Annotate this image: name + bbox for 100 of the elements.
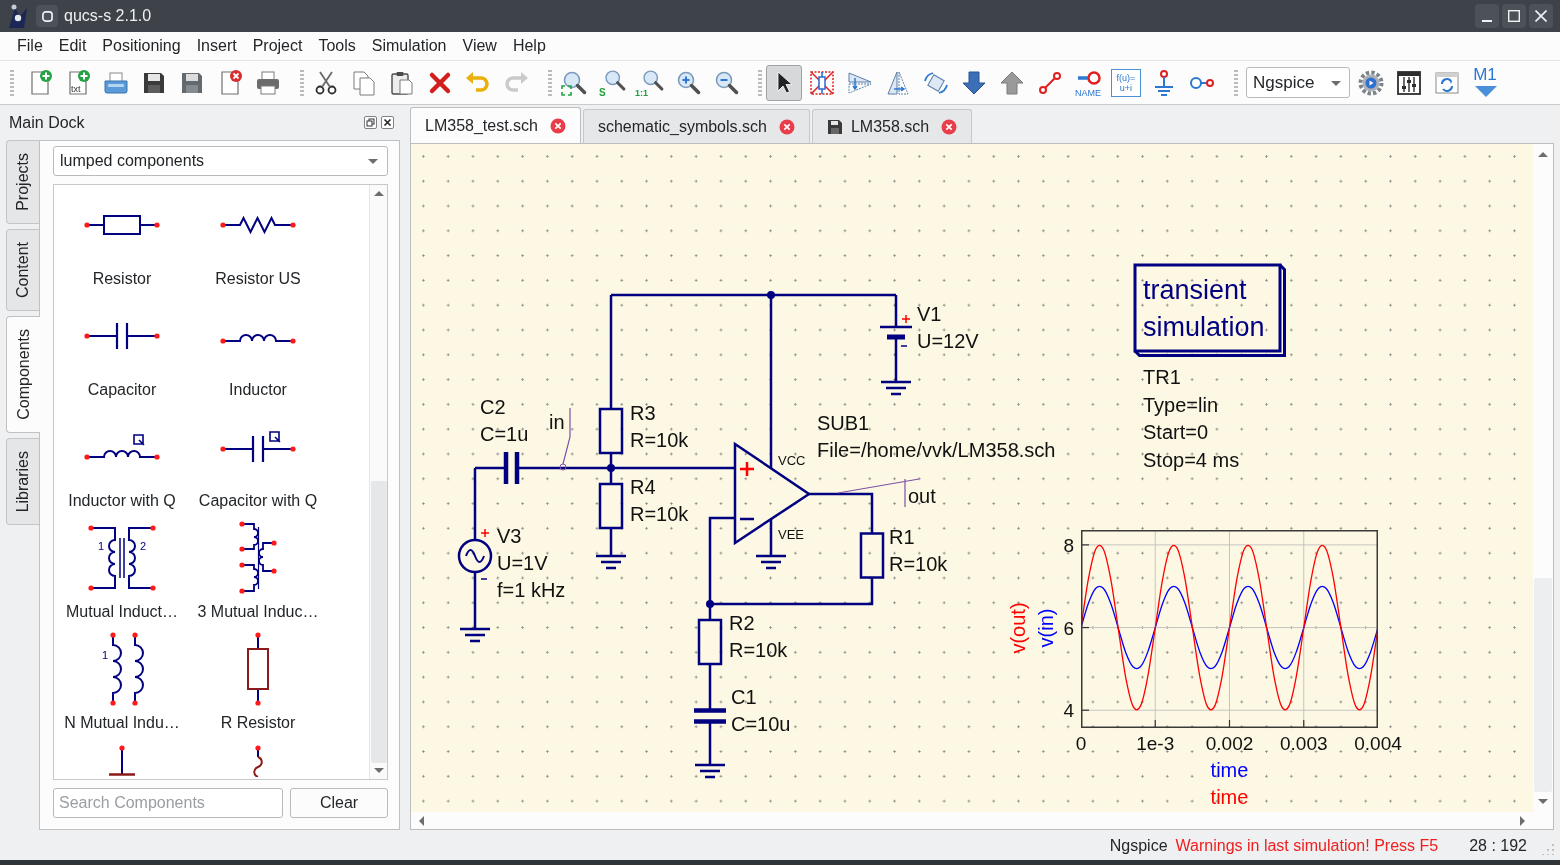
vertical-resistor-icon [245, 631, 271, 707]
category-dropdown[interactable]: lumped components [53, 146, 388, 176]
menu-item[interactable]: Edit [50, 32, 95, 60]
component-label[interactable]: 3 Mutual Induc… [197, 602, 319, 622]
menu-item[interactable]: Simulation [363, 32, 455, 60]
axis-label: time [1210, 760, 1249, 780]
component-label[interactable]: Inductor [229, 380, 287, 400]
wire-label-button[interactable]: NAME [1070, 64, 1106, 101]
resistor-symbol [598, 407, 624, 455]
scrollbar-handle[interactable] [370, 481, 387, 763]
simulation-title: simulation [1143, 311, 1265, 344]
capacitor-symbol [691, 708, 729, 724]
scrollbar-handle[interactable] [1534, 578, 1552, 792]
cursor-position: 28 : 192 [1469, 836, 1527, 856]
component-name: R2 [729, 611, 756, 636]
component-label[interactable]: Resistor [92, 269, 152, 289]
axis-label: v(in) [1036, 608, 1056, 648]
component-label[interactable]: Capacitor [87, 380, 157, 400]
menu-item[interactable]: Positioning [94, 32, 189, 60]
status-message: Warnings in last simulation! Press F5 [1175, 836, 1439, 856]
tick-label: 6 [1063, 618, 1074, 638]
component-name: V1 [917, 302, 943, 327]
component-name: R3 [630, 401, 657, 426]
menu-item[interactable]: Tools [310, 32, 364, 60]
tick-label: 0 [1075, 734, 1087, 753]
component-name: R4 [630, 475, 657, 500]
float-icon[interactable] [364, 116, 377, 129]
component-label[interactable]: R Resistor [220, 713, 296, 733]
capacitor-q-icon [220, 430, 296, 464]
scroll-right-icon[interactable] [1517, 815, 1527, 826]
new-text-document-button[interactable]: txt [60, 64, 96, 101]
maximize-button[interactable] [1502, 4, 1526, 28]
component-parameter: C=1u [480, 422, 529, 447]
simulation-title: transient [1143, 274, 1248, 307]
menu-item[interactable]: Project [244, 32, 311, 60]
close-button[interactable] [1529, 4, 1553, 28]
label-pin-icon [1075, 68, 1103, 87]
component-label[interactable]: Resistor US [215, 269, 301, 289]
component-parameter: f=1 kHz [497, 578, 566, 603]
status-simulator: Ngspice [1109, 836, 1168, 856]
battery-symbol [880, 314, 912, 347]
component-label[interactable]: Capacitor with Q [198, 491, 318, 511]
zigzag-resistor-icon [220, 214, 296, 236]
simulation-name: TR1 [1143, 365, 1182, 390]
component-label[interactable]: N Mutual Indu… [64, 713, 180, 733]
component-name: R1 [889, 525, 916, 550]
scroll-up-icon[interactable] [1538, 150, 1548, 160]
dock-title: Main Dock [9, 112, 85, 133]
component-name: C2 [480, 395, 507, 420]
component-label[interactable]: Inductor with Q [68, 491, 176, 511]
scroll-up-icon[interactable] [373, 189, 384, 199]
editor-tab[interactable]: schematic_symbols.sch [582, 109, 810, 143]
menu-item[interactable]: View [454, 32, 505, 60]
search-field[interactable]: Search Components [53, 788, 283, 818]
select-tool-button[interactable] [766, 64, 802, 101]
menu-item[interactable]: File [9, 32, 51, 60]
component-parameter: U=1V [497, 551, 549, 576]
dock-tab[interactable]: Libraries [6, 437, 39, 525]
close-icon[interactable] [381, 116, 394, 129]
capacitor-symbol [503, 449, 520, 487]
editor-tab[interactable]: LM358.sch [811, 109, 973, 143]
tick-label: 0.003 [1280, 734, 1328, 753]
dock-tab[interactable]: Projects [6, 140, 39, 224]
pin-label: VCC [778, 454, 806, 467]
winding-number: 1 [101, 649, 109, 661]
resistor-icon [84, 214, 160, 236]
window-menu-button[interactable] [36, 5, 58, 27]
dock-tab[interactable]: Content [6, 228, 39, 311]
simulation-parameter: Type=lin [1143, 392, 1220, 418]
capacitor-icon [84, 321, 160, 351]
scroll-left-icon[interactable] [417, 815, 427, 826]
menu-item[interactable]: Insert [188, 32, 245, 60]
schematic-canvas[interactable] [411, 144, 1533, 812]
simulation-parameter: Stop=4 ms [1143, 447, 1240, 473]
marker-button[interactable]: M1 [1467, 64, 1503, 101]
tick-label: 0.002 [1205, 734, 1254, 753]
component-parameter: C=10u [731, 712, 791, 737]
axis-label: v(out) [1008, 602, 1028, 654]
vertical-scrollbar[interactable] [369, 185, 387, 779]
caret-down-icon[interactable] [368, 156, 378, 166]
component-parameter: R=10k [630, 428, 689, 453]
scroll-down-icon[interactable] [373, 765, 384, 775]
winding-number: 2 [139, 540, 147, 552]
dock-tab[interactable]: Components [6, 315, 40, 433]
simulator-dropdown[interactable]: Ngspice [1246, 67, 1350, 98]
component-parameter: R=10k [729, 638, 788, 663]
minimize-icon [1482, 20, 1492, 22]
tick-label: 4 [1063, 700, 1074, 720]
scroll-down-icon[interactable] [1538, 796, 1548, 806]
crossed-resistor-icon [808, 68, 836, 97]
ac-source-symbol [457, 528, 493, 580]
editor-tab[interactable]: LM358_test.sch [410, 107, 581, 143]
component-name: V3 [497, 524, 523, 549]
minimize-button[interactable] [1475, 4, 1499, 28]
inductor-q-icon [84, 433, 160, 461]
clear-button[interactable]: Clear [290, 788, 388, 818]
tick-label: 8 [1063, 535, 1074, 555]
menu-item[interactable]: Help [504, 32, 554, 60]
gear-icon [1357, 68, 1385, 97]
component-label[interactable]: Mutual Induct… [65, 602, 179, 622]
